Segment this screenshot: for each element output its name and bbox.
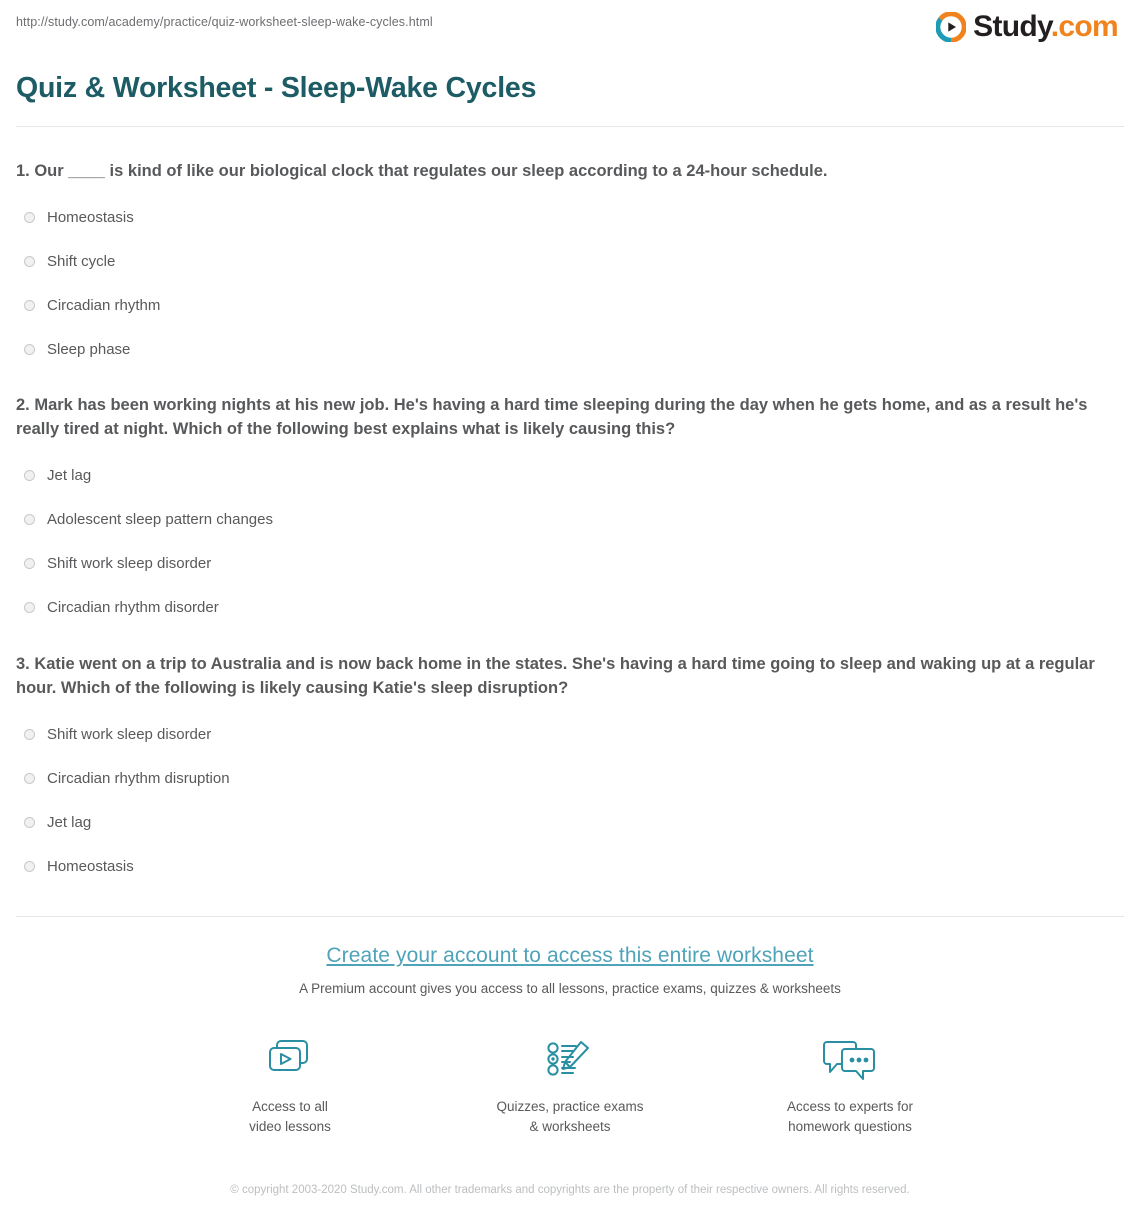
radio-button-icon[interactable] [24, 860, 35, 872]
logo-wordmark: Study.com [973, 10, 1119, 43]
study-com-logo[interactable]: Study.com [936, 12, 1124, 42]
radio-button-icon[interactable] [24, 514, 35, 526]
page-title: Quiz & Worksheet - Sleep-Wake Cycles [16, 72, 537, 104]
answer-options: Jet lag Adolescent sleep pattern changes… [16, 454, 1124, 630]
feature-quizzes: Quizzes, practice exams & worksheets [495, 1032, 645, 1136]
answer-options: Shift work sleep disorder Circadian rhyt… [16, 712, 1124, 888]
feature-caption-line1: Access to experts for [786, 1099, 914, 1115]
answer-option-label: Jet lag [47, 813, 92, 831]
answer-option-label: Shift work sleep disorder [47, 725, 212, 743]
answer-option[interactable]: Shift cycle [16, 239, 1124, 283]
copyright-notice: © copyright 2003-2020 Study.com. All oth… [230, 1184, 910, 1197]
worksheet-page: http://study.com/academy/practice/quiz-w… [0, 0, 1140, 1199]
answer-option-label: Shift cycle [47, 252, 116, 270]
create-account-cta: Create your account to access this entir… [16, 917, 1124, 1199]
answer-option-label: Circadian rhythm disorder [47, 599, 219, 617]
answer-option-label: Homeostasis [47, 208, 134, 226]
question-2: 2. Mark has been working nights at his n… [16, 393, 1124, 630]
questions-list: 1. Our ____ is kind of like our biologic… [16, 127, 1124, 888]
radio-button-icon[interactable] [24, 772, 35, 784]
answer-option-label: Circadian rhythm [47, 296, 161, 314]
feature-caption-line1: Quizzes, practice exams [496, 1099, 644, 1115]
page-url: http://study.com/academy/practice/quiz-w… [16, 15, 433, 29]
chat-bubbles-icon [821, 1032, 879, 1086]
answer-option[interactable]: Shift work sleep disorder [16, 542, 1124, 586]
cta-subheading: A Premium account gives you access to al… [299, 981, 841, 997]
feature-caption: Access to experts for homework questions [787, 1097, 913, 1136]
feature-video-lessons: Access to all video lessons [215, 1032, 365, 1136]
feature-caption-line2: video lessons [249, 1118, 331, 1134]
answer-option[interactable]: Jet lag [16, 800, 1124, 844]
question-text: 1. Our ____ is kind of like our biologic… [16, 161, 828, 180]
answer-option[interactable]: Circadian rhythm [16, 283, 1124, 327]
answer-option-label: Circadian rhythm disruption [47, 769, 230, 787]
answer-option[interactable]: Shift work sleep disorder [16, 712, 1124, 756]
radio-button-icon[interactable] [24, 299, 35, 311]
question-1: 1. Our ____ is kind of like our biologic… [16, 159, 1124, 371]
radio-button-icon[interactable] [24, 816, 35, 828]
answer-option-label: Adolescent sleep pattern changes [47, 511, 273, 529]
create-account-link[interactable]: Create your account to access this entir… [326, 944, 813, 967]
answer-option[interactable]: Circadian rhythm disruption [16, 756, 1124, 800]
question-3: 3. Katie went on a trip to Australia and… [16, 652, 1124, 889]
radio-button-icon[interactable] [24, 255, 35, 267]
video-lessons-icon [263, 1032, 317, 1086]
feature-caption-line2: homework questions [788, 1118, 912, 1134]
logo-tld: .com [1050, 10, 1119, 43]
quiz-checklist-pencil-icon [543, 1032, 597, 1086]
radio-button-icon[interactable] [24, 728, 35, 740]
answer-option-label: Sleep phase [47, 340, 131, 358]
answer-option-label: Homeostasis [47, 857, 134, 875]
radio-button-icon[interactable] [24, 558, 35, 570]
feature-caption: Quizzes, practice exams & worksheets [496, 1097, 643, 1136]
question-text: 3. Katie went on a trip to Australia and… [16, 654, 1095, 697]
answer-option[interactable]: Circadian rhythm disorder [16, 586, 1124, 630]
question-text: 2. Mark has been working nights at his n… [16, 396, 1088, 439]
feature-caption: Access to all video lessons [249, 1097, 331, 1136]
premium-features: Access to all video lessons Quizzes, pra… [16, 1032, 1124, 1136]
radio-button-icon[interactable] [24, 343, 35, 355]
answer-option-label: Jet lag [47, 467, 92, 485]
logo-name: Study [973, 10, 1051, 43]
answer-option[interactable]: Homeostasis [16, 195, 1124, 239]
answer-options: Homeostasis Shift cycle Circadian rhythm… [16, 195, 1124, 371]
feature-experts: Access to experts for homework questions [775, 1032, 925, 1136]
radio-button-icon[interactable] [24, 470, 35, 482]
page-header: http://study.com/academy/practice/quiz-w… [16, 0, 1124, 56]
radio-button-icon[interactable] [24, 602, 35, 614]
feature-caption-line1: Access to all [252, 1099, 328, 1115]
play-circle-icon [936, 12, 967, 42]
radio-button-icon[interactable] [24, 211, 35, 223]
answer-option[interactable]: Sleep phase [16, 327, 1124, 371]
answer-option[interactable]: Homeostasis [16, 844, 1124, 888]
answer-option-label: Shift work sleep disorder [47, 555, 212, 573]
answer-option[interactable]: Adolescent sleep pattern changes [16, 498, 1124, 542]
answer-option[interactable]: Jet lag [16, 454, 1124, 498]
feature-caption-line2: & worksheets [529, 1118, 611, 1134]
